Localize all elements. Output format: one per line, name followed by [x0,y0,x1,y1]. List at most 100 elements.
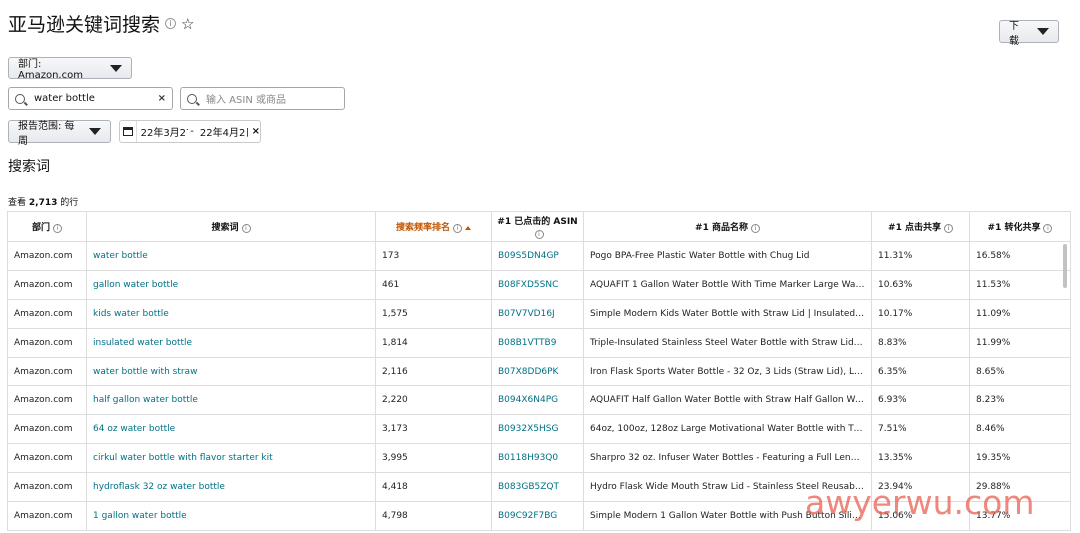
cell-conversion-share: 16.58% [969,241,1071,271]
cell-conversion-share: 11.09% [969,298,1071,329]
table-row: Amazon.com half gallon water bottle 2,220 B… [7,385,1071,416]
cell-product-name: 64oz, 100oz, 128oz Large Motivational Wa… [583,414,872,445]
table-row: Amazon.com kids water bottle 1,575 B07V7VD1… [7,298,1071,329]
cell-search-term[interactable]: insulated water bottle [86,327,376,358]
cell-clicked-asin[interactable]: B07X8DD6PK [491,356,584,387]
chevron-down-icon [1037,28,1049,35]
clear-icon[interactable]: × [252,126,260,137]
table-row: Amazon.com gallon water bottle 461 B08FXD5S… [7,269,1071,300]
search-term-input[interactable]: water bottle × [8,87,173,110]
cell-search-term[interactable]: 64 oz water bottle [86,414,376,445]
search-term-value: water bottle [34,93,95,104]
info-icon[interactable]: i [1043,224,1053,233]
cell-clicked-asin[interactable]: B0932X5HSG [491,414,584,445]
cell-product-name: Hydro Flask Wide Mouth Straw Lid - Stain… [583,472,872,503]
cell-click-share: 10.63% [871,269,970,300]
page-title-text: 亚马逊关键词搜索 [8,14,161,36]
column-header-clicked-asin[interactable]: #1 已点击的 ASIN i [491,211,584,242]
cell-conversion-share: 11.53% [969,269,1071,300]
cell-conversion-share: 8.65% [969,356,1071,387]
cell-department: Amazon.com [7,269,87,300]
column-header-department[interactable]: 部门 i [7,211,87,242]
cell-conversion-share: 13.77% [969,501,1071,531]
cell-search-term[interactable]: cirkul water bottle with flavor starter … [86,443,376,474]
department-label: 部门: Amazon.com [18,59,83,81]
cell-search-rank: 2,116 [375,356,492,387]
cell-department: Amazon.com [7,414,87,445]
cell-search-term[interactable]: water bottle [86,241,376,271]
cell-product-name: AQUAFIT Half Gallon Water Bottle with St… [583,385,872,416]
cell-clicked-asin[interactable]: B094X6N4PG [491,385,584,416]
cell-search-term[interactable]: gallon water bottle [86,269,376,300]
table-row: Amazon.com insulated water bottle 1,814 B08… [7,327,1071,358]
cell-search-term[interactable]: kids water bottle [86,298,376,329]
column-header-search-rank[interactable]: 搜索频率排名 i [375,211,492,242]
star-icon[interactable]: ☆ [181,15,194,33]
table-row: Amazon.com cirkul water bottle with flavo… [7,443,1071,474]
row-count-prefix: 查看 [8,198,27,208]
report-range-label: 报告范围: 每周 [18,120,75,147]
column-header-search-term[interactable]: 搜索词 i [86,211,376,242]
cell-search-rank: 4,418 [375,472,492,503]
cell-search-rank: 2,220 [375,385,492,416]
cell-clicked-asin[interactable]: B08FXD5SNC [491,269,584,300]
cell-search-term[interactable]: water bottle with straw [86,356,376,387]
department-dropdown[interactable]: 部门: Amazon.com [8,57,132,81]
cell-department: Amazon.com [7,241,87,271]
info-icon[interactable]: i [53,224,62,233]
cell-click-share: 6.93% [871,385,970,416]
column-header-product-name[interactable]: #1 商品名称 i [583,211,872,242]
cell-product-name: Simple Modern Kids Water Bottle with Str… [583,298,872,329]
column-header-click-share[interactable]: #1 点击共享 i [871,211,970,242]
download-button[interactable]: 下载 [999,20,1059,47]
cell-search-term[interactable]: 1 gallon water bottle [86,501,376,531]
cell-clicked-asin[interactable]: B0118H93Q0 [491,443,584,474]
search-icon [187,93,197,104]
row-count: 查看 2,713 的行 [8,195,78,208]
calendar-icon[interactable] [120,121,137,142]
info-icon[interactable]: i [534,230,544,239]
cell-clicked-asin[interactable]: B07V7VD16J [491,298,584,329]
chevron-down-icon [89,128,101,135]
table-row: Amazon.com hydroflask 32 oz water bottle 4… [7,472,1071,503]
table-header-row: 部门 i 搜索词 i 搜索频率排名 i #1 已点击的 ASIN i #1 商品名称 i … [7,211,1071,242]
date-end[interactable]: 22年4月2日 [200,124,248,139]
cell-search-term[interactable]: half gallon water bottle [86,385,376,416]
cell-department: Amazon.com [7,327,87,358]
download-label: 下载 [1009,20,1019,47]
cell-clicked-asin[interactable]: B08B1VTTB9 [491,327,584,358]
info-icon[interactable]: i [241,224,251,233]
report-range-dropdown[interactable]: 报告范围: 每周 [8,120,111,147]
cell-search-rank: 1,814 [375,327,492,358]
table-row: Amazon.com 1 gallon water bottle 4,798 B09C… [7,501,1071,531]
cell-search-term[interactable]: hydroflask 32 oz water bottle [86,472,376,503]
cell-click-share: 10.17% [871,298,970,329]
table-scrollbar[interactable] [1063,244,1067,288]
cell-product-name: Iron Flask Sports Water Bottle - 32 Oz, … [583,356,872,387]
cell-search-rank: 3,173 [375,414,492,445]
sort-ascending-icon [465,225,471,230]
cell-clicked-asin[interactable]: B09C92F7BG [491,501,584,531]
column-header-conversion-share[interactable]: #1 转化共享 i [969,211,1071,242]
row-count-value: 2,713 [28,198,58,208]
info-icon[interactable]: i [943,224,953,233]
clear-icon[interactable]: × [158,93,166,104]
cell-product-name: Sharpro 32 oz. Infuser Water Bottles - F… [583,443,872,474]
info-icon[interactable]: i [453,224,462,233]
cell-search-rank: 461 [375,269,492,300]
date-start[interactable]: 22年3月27日 [141,124,189,139]
cell-click-share: 13.35% [871,443,970,474]
cell-clicked-asin[interactable]: B083GB5ZQT [491,472,584,503]
cell-product-name: AQUAFIT 1 Gallon Water Bottle With Time … [583,269,872,300]
info-icon[interactable]: i [750,224,760,233]
info-icon[interactable]: i [165,18,177,29]
search-terms-table: 部门 i 搜索词 i 搜索频率排名 i #1 已点击的 ASIN i #1 商品名称 i … [7,211,1071,531]
cell-department: Amazon.com [7,472,87,503]
cell-conversion-share: 8.46% [969,414,1071,445]
asin-search-input[interactable]: 输入 ASIN 或商品 [180,87,345,110]
cell-clicked-asin[interactable]: B09S5DN4GP [491,241,584,271]
cell-product-name: Pogo BPA-Free Plastic Water Bottle with … [583,241,872,271]
cell-department: Amazon.com [7,501,87,531]
date-range-picker[interactable]: 22年3月27日 - 22年4月2日 × [119,120,261,143]
asin-placeholder: 输入 ASIN 或商品 [206,95,286,106]
